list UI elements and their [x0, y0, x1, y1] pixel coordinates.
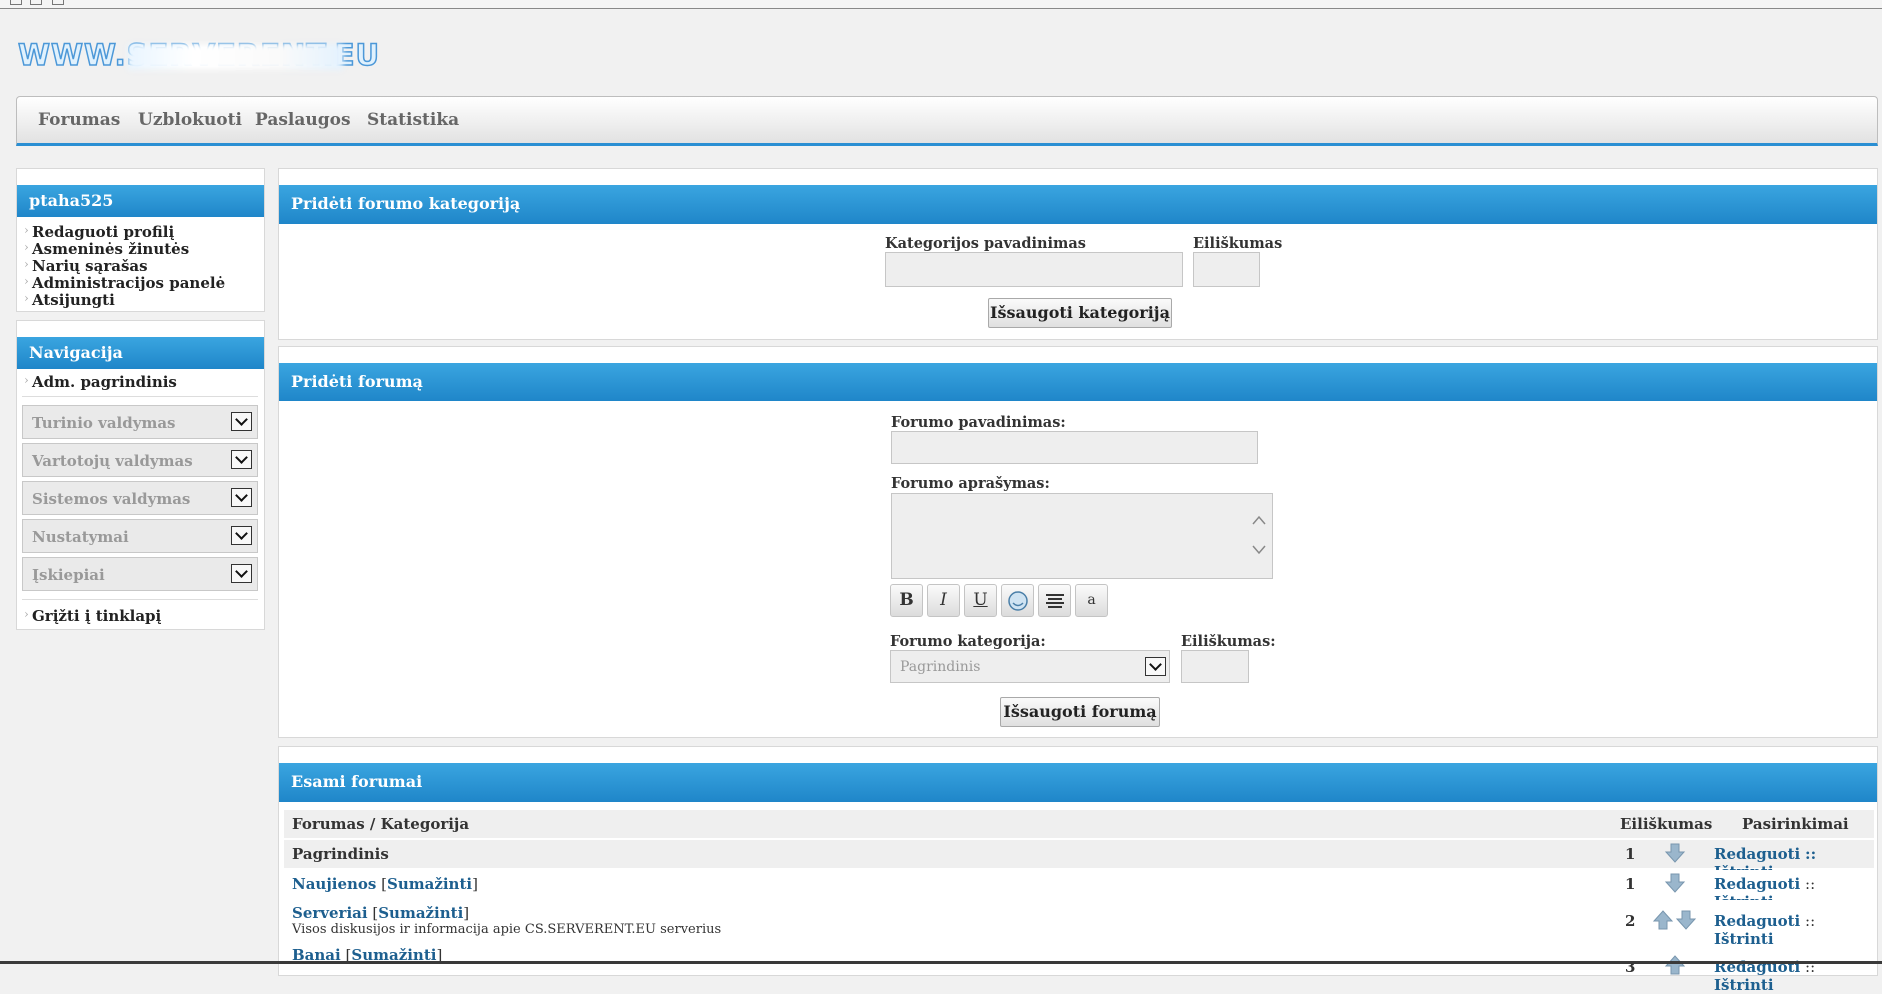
move-up-icon[interactable] [1652, 909, 1674, 931]
forum-title-cell: Serveriai [Sumažinti] [292, 904, 470, 922]
category-order-label: Eiliškumas [1193, 235, 1283, 252]
main-menu: Forumas Uzblokuoti Paslaugos Statistika [16, 96, 1878, 146]
link-edit-profile[interactable]: Redaguoti profilį [24, 223, 174, 241]
order-value: 1 [1625, 845, 1636, 863]
move-up-icon[interactable] [1664, 954, 1686, 976]
user-panel: ptaha525 Redaguoti profilį Asmeninės žin… [16, 168, 265, 312]
link-admin-panel[interactable]: Administracijos panelė [24, 274, 225, 292]
navigation-header: Navigacija [17, 337, 264, 369]
chevron-down-icon [231, 450, 252, 469]
add-category-panel: Pridėti forumo kategoriją Kategorijos pa… [278, 168, 1878, 340]
dropdown-system-management[interactable]: Sistemos valdymas [22, 481, 258, 515]
forum-order-input[interactable] [1181, 650, 1249, 683]
align-button[interactable] [1038, 584, 1071, 617]
dropdown-label: Sistemos valdymas [32, 490, 191, 508]
bold-button[interactable]: B [890, 584, 923, 617]
link-back-to-site[interactable]: Grįžti į tinklapį [24, 607, 161, 625]
table-header-row: Forumas / Kategorija Eiliškumas Pasirink… [284, 810, 1874, 838]
link-private-messages[interactable]: Asmeninės žinutės [24, 240, 189, 258]
smiley-icon [1007, 591, 1028, 611]
options-separator: :: [1805, 912, 1816, 930]
scroll-up-icon[interactable] [1252, 514, 1266, 526]
link-members-list[interactable]: Narių sąrašas [24, 257, 148, 275]
category-name-label: Kategorijos pavadinimas [885, 235, 1086, 252]
delete-link[interactable]: Ištrinti [1714, 976, 1774, 994]
dropdown-label: Nustatymai [32, 528, 129, 546]
divider [22, 396, 258, 397]
dropdown-user-management[interactable]: Vartotojų valdymas [22, 443, 258, 477]
existing-forums-header: Esami forumai [279, 763, 1877, 802]
chevron-down-icon [231, 564, 252, 583]
italic-button[interactable]: I [927, 584, 960, 617]
link-admin-home[interactable]: Adm. pagrindinis [24, 373, 177, 391]
forum-title-cell: Naujienos [Sumažinti] [292, 875, 478, 893]
reduce-link[interactable]: Sumažinti [378, 904, 463, 922]
scroll-down-icon[interactable] [1252, 544, 1266, 556]
edit-link[interactable]: Redaguoti [1714, 875, 1800, 893]
move-down-icon[interactable] [1664, 872, 1686, 894]
table-row: Serveriai [Sumažinti] Visos diskusijos i… [284, 900, 1874, 948]
logo-redaction [128, 44, 343, 70]
move-down-icon[interactable] [1675, 909, 1697, 931]
dropdown-label: Vartotojų valdymas [32, 452, 193, 470]
align-icon [1045, 594, 1064, 608]
order-value: 1 [1625, 875, 1636, 893]
save-category-button[interactable]: Išsaugoti kategoriją [988, 298, 1172, 328]
forum-category-select[interactable]: Pagrindinis [890, 650, 1170, 683]
add-category-header: Pridėti forumo kategoriją [279, 185, 1877, 224]
row-options: Redaguoti :: Ištrinti [1714, 912, 1874, 948]
navigation-panel: Navigacija Adm. pagrindinis Turinio vald… [16, 320, 265, 630]
save-forum-button[interactable]: Išsaugoti forumą [1000, 697, 1160, 727]
edit-link[interactable]: Redaguoti [1714, 845, 1800, 863]
dropdown-content-management[interactable]: Turinio valdymas [22, 405, 258, 439]
chevron-down-icon [1145, 657, 1166, 676]
category-order-input[interactable] [1193, 252, 1260, 287]
forum-name-input[interactable] [891, 431, 1258, 464]
move-down-icon[interactable] [1664, 842, 1686, 864]
forum-description-label: Forumo aprašymas: [891, 475, 1050, 492]
username-header: ptaha525 [17, 185, 264, 217]
options-separator: :: [1805, 845, 1817, 863]
order-value: 2 [1625, 912, 1636, 930]
browser-edge [0, 0, 1882, 9]
forum-name-link[interactable]: Naujienos [292, 875, 376, 893]
dropdown-plugins[interactable]: Įskiepiai [22, 557, 258, 591]
chevron-down-icon [231, 526, 252, 545]
add-forum-header: Pridėti forumą [279, 363, 1877, 401]
menu-item-uzblokuoti[interactable]: Uzblokuoti [138, 110, 242, 130]
table-row: Naujienos [Sumažinti] 1 Redaguoti :: Išt… [284, 870, 1874, 911]
forum-description-textarea[interactable] [891, 493, 1273, 579]
site-logo[interactable]: WWW.SERVERENT.EU [17, 37, 386, 73]
column-options: Pasirinkimai [1742, 815, 1849, 833]
small-text-button[interactable]: a [1075, 584, 1108, 617]
forum-order-label: Eiliškumas: [1181, 633, 1276, 650]
underline-button[interactable]: U [964, 584, 997, 617]
divider [22, 599, 258, 600]
table-row: Pagrindinis 1 Redaguoti :: Ištrinti [284, 840, 1874, 881]
reduce-link[interactable]: Sumažinti [387, 875, 472, 893]
category-name-input[interactable] [885, 252, 1183, 287]
chevron-down-icon [231, 412, 252, 431]
forum-name-link[interactable]: Serveriai [292, 904, 368, 922]
options-separator: :: [1805, 875, 1816, 893]
chevron-down-icon [231, 488, 252, 507]
dropdown-label: Įskiepiai [32, 566, 105, 584]
forum-category-value: Pagrindinis [900, 659, 981, 675]
menu-item-paslaugos[interactable]: Paslaugos [255, 110, 351, 130]
column-order: Eiliškumas [1620, 815, 1713, 833]
table-row: Banai [Sumažinti] 3 Redaguoti :: Ištrint… [284, 944, 1874, 994]
dropdown-label: Turinio valdymas [32, 414, 176, 432]
column-forum-category: Forumas / Kategorija [292, 815, 470, 833]
link-logout[interactable]: Atsijungti [24, 291, 115, 309]
menu-item-statistika[interactable]: Statistika [367, 110, 459, 130]
smiley-button[interactable] [1001, 584, 1034, 617]
forum-category-label: Forumo kategorija: [890, 633, 1046, 650]
edit-link[interactable]: Redaguoti [1714, 912, 1800, 930]
category-name: Pagrindinis [292, 845, 389, 863]
forum-name-label: Forumo pavadinimas: [891, 414, 1066, 431]
menu-item-forumas[interactable]: Forumas [38, 110, 120, 130]
forum-description: Visos diskusijos ir informacija apie CS.… [292, 922, 722, 937]
dropdown-settings[interactable]: Nustatymai [22, 519, 258, 553]
